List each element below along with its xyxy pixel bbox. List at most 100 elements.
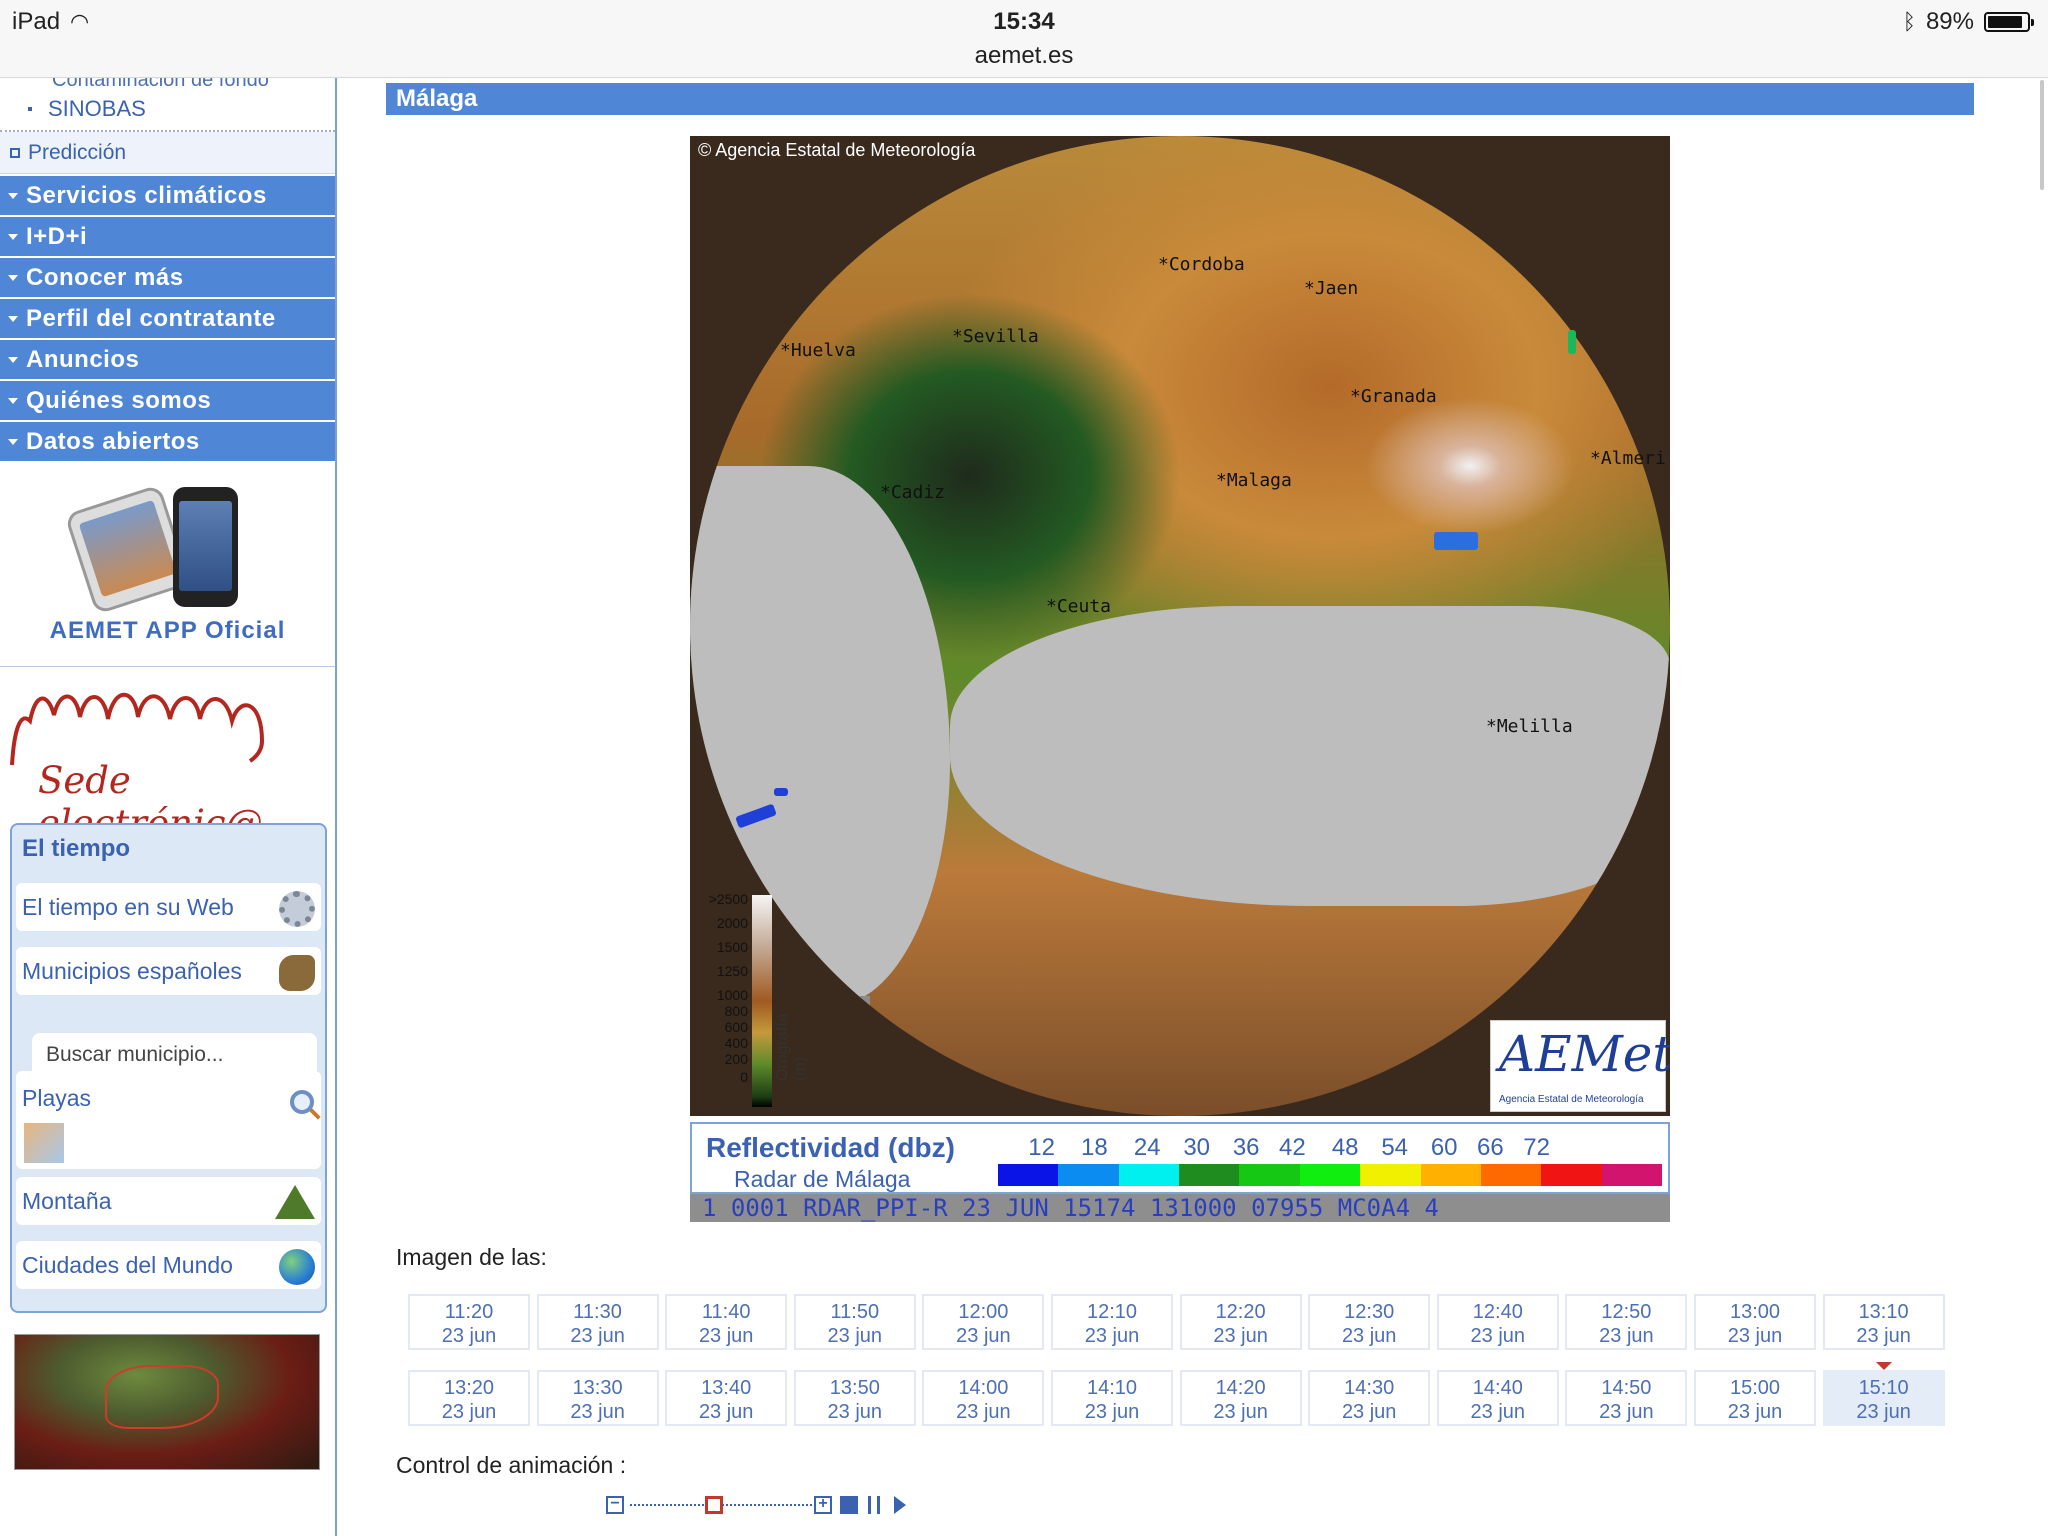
time-label: 12:00 — [958, 1301, 1009, 1323]
reflectivity-title: Reflectividad (dbz) — [706, 1132, 955, 1163]
reflectivity-value: 24 — [1133, 1134, 1161, 1161]
battery-percent: 89% — [1925, 8, 1974, 35]
montana-link[interactable]: Montaña — [16, 1177, 321, 1225]
sidebar-nav-item[interactable]: Conocer más — [0, 258, 335, 297]
sidebar-nav-label: Datos abiertos — [26, 427, 200, 455]
el-tiempo-title: El tiempo — [22, 835, 131, 862]
time-button[interactable]: 12:30 23 jun — [1308, 1294, 1431, 1350]
precip-echo — [1568, 330, 1576, 354]
time-label: 13:40 — [701, 1377, 752, 1399]
sidebar-partial-item[interactable]: Contaminación de fondo — [0, 78, 335, 88]
sidebar-item-prediccion[interactable]: Predicción — [0, 132, 335, 174]
sidebar-nav-item[interactable]: Servicios climáticos — [0, 176, 335, 215]
reflectivity-color-swatch — [998, 1164, 1059, 1186]
time-button[interactable]: 12:50 23 jun — [1565, 1294, 1688, 1350]
sidebar-nav-item[interactable]: I+D+i — [0, 217, 335, 256]
time-label: 11:40 — [701, 1301, 751, 1323]
time-label: 13:20 — [443, 1377, 495, 1399]
date-label: 23 jun — [698, 1401, 754, 1423]
sidebar-item-label: SINOBAS — [48, 96, 146, 121]
time-button[interactable]: 14:20 23 jun — [1179, 1370, 1302, 1426]
tiempo-web-label: El tiempo en su Web — [22, 893, 234, 920]
orography-tick-label: 0 — [740, 1069, 748, 1085]
time-button[interactable]: 15:10 23 jun — [1822, 1370, 1945, 1426]
reflectivity-color-swatch — [1480, 1164, 1542, 1186]
time-button[interactable]: 13:20 23 jun — [408, 1370, 530, 1426]
reflectivity-color-swatch — [1360, 1164, 1421, 1186]
time-button[interactable]: 12:00 23 jun — [922, 1294, 1045, 1350]
ciudades-link[interactable]: Ciudades del Mundo — [16, 1241, 321, 1289]
reflectivity-value: 12 — [1028, 1134, 1055, 1161]
orography-tick-label: 200 — [724, 1051, 748, 1067]
time-label: 12:40 — [1472, 1301, 1523, 1323]
time-button[interactable]: 13:40 23 jun — [665, 1370, 788, 1426]
time-button[interactable]: 14:50 23 jun — [1565, 1370, 1688, 1426]
time-button[interactable]: 13:50 23 jun — [793, 1370, 916, 1426]
app-promo[interactable]: AEMET APP Oficial — [0, 467, 335, 667]
date-label: 23 jun — [570, 1401, 625, 1423]
time-button[interactable]: 13:00 23 jun — [1694, 1294, 1816, 1350]
time-button[interactable]: 13:10 23 jun — [1822, 1294, 1945, 1350]
time-label: 14:20 — [1215, 1377, 1266, 1399]
time-button[interactable]: 14:10 23 jun — [1051, 1370, 1173, 1426]
sidebar-nav-item[interactable]: Datos abiertos — [0, 422, 335, 461]
date-label: 23 jun — [1470, 1325, 1526, 1347]
time-label: 12:20 — [1215, 1301, 1266, 1323]
zoom-out-icon[interactable]: − — [606, 1496, 624, 1514]
orography-title: Orografía (m) — [774, 1013, 809, 1081]
date-label: 23 jun — [1599, 1401, 1654, 1423]
animation-slider[interactable] — [630, 1504, 816, 1506]
date-label: 23 jun — [1727, 1325, 1783, 1347]
aemet-logo: AEMet Agencia Estatal de Meteorología — [1490, 1020, 1670, 1112]
time-label: 14:00 — [958, 1377, 1009, 1399]
time-label: 15:00 — [1729, 1377, 1781, 1399]
time-button[interactable]: 14:00 23 jun — [922, 1370, 1045, 1426]
orography-tick-label: 400 — [724, 1035, 748, 1051]
reflectivity-values: 12 18 24 30 36 42 48 54 60 66 72 — [1002, 1134, 1662, 1162]
city-label-jaen: *Jaen — [1304, 278, 1359, 299]
orography-scale — [752, 895, 772, 1107]
sidebar-nav-item[interactable]: Perfil del contratante — [0, 299, 335, 338]
time-button[interactable]: 13:30 23 jun — [536, 1370, 659, 1426]
date-label: 23 jun — [956, 1401, 1011, 1423]
time-button[interactable]: 12:20 23 jun — [1179, 1294, 1302, 1350]
sidebar-nav-item[interactable]: Anuncios — [0, 340, 335, 379]
time-button[interactable]: 11:50 23 jun — [793, 1294, 916, 1350]
zoom-in-icon[interactable]: + — [814, 1496, 832, 1514]
orography-tick-label: 2000 — [716, 915, 748, 931]
time-button[interactable]: 15:00 23 jun — [1694, 1370, 1816, 1426]
sidebar-nav-label: Conocer más — [26, 263, 184, 291]
sidebar-item-sinobas[interactable]: SINOBAS — [0, 88, 335, 132]
municipios-link[interactable]: Municipios españoles — [16, 947, 321, 995]
time-button[interactable]: 11:40 23 jun — [665, 1294, 788, 1350]
city-label-granada: *Granada — [1350, 386, 1437, 407]
reflectivity-color-swatch — [1299, 1164, 1361, 1186]
time-label: 14:40 — [1472, 1377, 1523, 1399]
scrollbar[interactable] — [2040, 80, 2044, 190]
time-button[interactable]: 11:20 23 jun — [408, 1294, 530, 1350]
stop-icon[interactable] — [840, 1496, 858, 1514]
satellite-thumbnail[interactable] — [14, 1334, 320, 1470]
pause-icon[interactable] — [868, 1496, 880, 1514]
copyright-icon: © — [698, 140, 712, 160]
time-button[interactable]: 12:40 23 jun — [1436, 1294, 1559, 1350]
globe-icon — [279, 1249, 315, 1285]
sidebar-nav-label: Perfil del contratante — [26, 304, 276, 332]
search-icon[interactable] — [290, 1090, 314, 1114]
time-button[interactable]: 12:10 23 jun — [1051, 1294, 1173, 1350]
montana-label: Montaña — [22, 1187, 112, 1214]
play-icon[interactable] — [894, 1496, 906, 1514]
sidebar-nav-item[interactable]: Quiénes somos — [0, 381, 335, 420]
time-button[interactable]: 14:30 23 jun — [1308, 1370, 1431, 1426]
reflectivity-color-swatch — [1118, 1164, 1180, 1186]
tiempo-web-link[interactable]: El tiempo en su Web — [16, 883, 321, 931]
chevron-down-icon — [8, 315, 18, 322]
time-button[interactable]: 11:30 23 jun — [536, 1294, 659, 1350]
precip-echo — [1434, 532, 1478, 550]
phones-image — [64, 484, 248, 615]
time-button[interactable]: 14:40 23 jun — [1436, 1370, 1559, 1426]
sede-electronica-banner[interactable]: Sede electrónic@ — [0, 667, 335, 845]
playas-link[interactable]: Playas — [16, 1071, 321, 1169]
address-bar[interactable]: aemet.es — [0, 42, 2048, 70]
animation-slider-handle[interactable] — [704, 1496, 723, 1514]
